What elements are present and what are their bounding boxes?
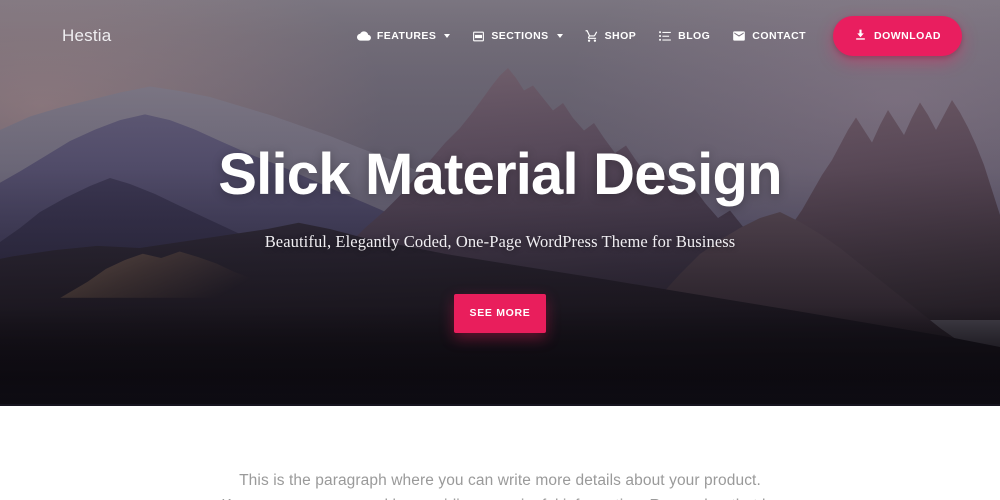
nav-links: FEATURES SECTIONS SHOP BLOG CONTACT DOWN… [346,16,962,56]
sections-window-icon [472,30,485,43]
hero-subtitle: Beautiful, Elegantly Coded, One-Page Wor… [264,231,736,251]
see-more-button[interactable]: SEE MORE [454,293,546,333]
nav-item-contact[interactable]: CONTACT [721,20,817,52]
nav-label-contact: CONTACT [752,30,806,42]
content-section: This is the paragraph where you can writ… [0,406,1000,500]
shopping-cart-icon [585,29,599,43]
download-button[interactable]: DOWNLOAD [833,16,962,56]
list-icon [658,29,672,43]
mail-icon [732,29,746,43]
nav-label-shop: SHOP [604,30,637,42]
nav-label-features: FEATURES [376,30,437,42]
hero-section: Hestia FEATURES SECTIONS SHOP BLOG CONTA… [0,0,1000,406]
nav-item-sections[interactable]: SECTIONS [461,21,573,52]
download-icon [854,28,867,44]
main-navbar: Hestia FEATURES SECTIONS SHOP BLOG CONTA… [0,0,1000,72]
brand-logo[interactable]: Hestia [62,26,111,46]
download-button-label: DOWNLOAD [874,30,941,42]
chevron-down-icon [444,34,451,38]
nav-label-blog: BLOG [678,30,711,42]
intro-paragraph: This is the paragraph where you can writ… [221,472,778,500]
nav-item-shop[interactable]: SHOP [574,20,648,52]
cloud-icon [356,29,371,43]
chevron-down-icon [556,34,563,38]
nav-item-features[interactable]: FEATURES [346,20,461,52]
page-title: Slick Material Design [218,142,782,207]
nav-item-blog[interactable]: BLOG [647,20,721,52]
nav-label-sections: SECTIONS [491,30,549,42]
